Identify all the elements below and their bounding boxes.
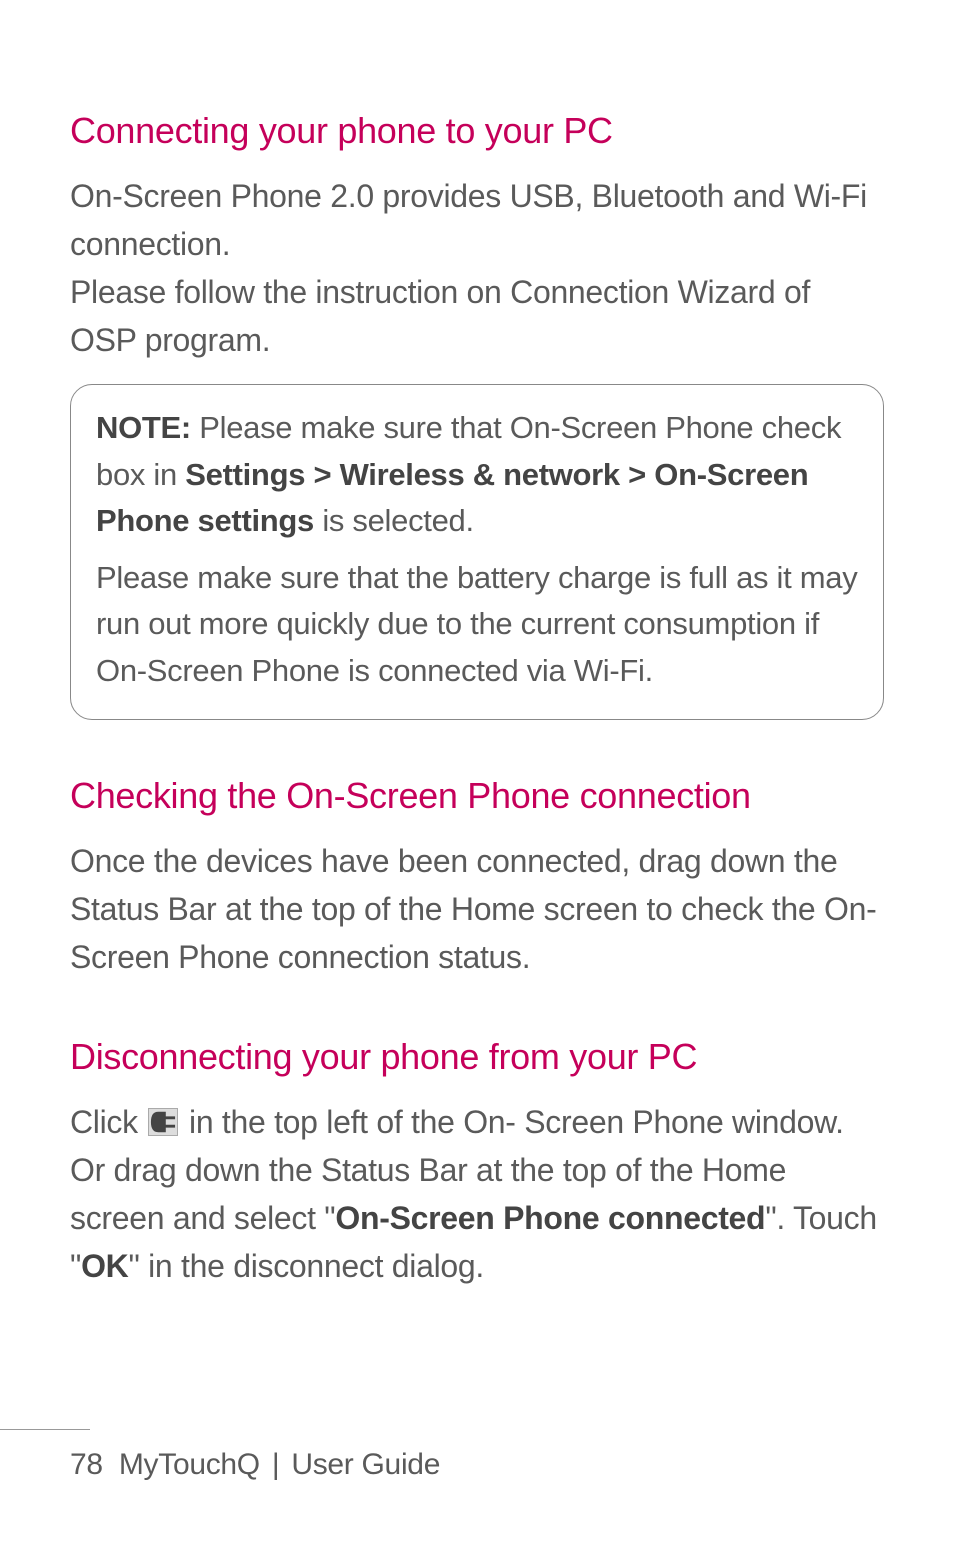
note-paragraph: Please make sure that the battery charge… — [96, 555, 858, 695]
body-text-span: " in the disconnect dialog. — [128, 1248, 484, 1284]
note-label: NOTE: — [96, 410, 191, 445]
body-text-span: Click — [70, 1104, 146, 1140]
footer-divider — [0, 1429, 90, 1430]
note-box: NOTE: Please make sure that On-Screen Ph… — [70, 384, 884, 720]
body-text: On-Screen Phone 2.0 provides USB, Blueto… — [70, 172, 884, 268]
body-text: Please follow the instruction on Connect… — [70, 268, 884, 364]
footer-separator: | — [272, 1448, 280, 1481]
footer-text: 78 MyTouchQ | User Guide — [0, 1448, 954, 1482]
page-number: 78 — [70, 1448, 103, 1481]
product-name: MyTouchQ — [119, 1448, 260, 1481]
page-footer: 78 MyTouchQ | User Guide — [0, 1429, 954, 1482]
note-paragraph: NOTE: Please make sure that On-Screen Ph… — [96, 405, 858, 545]
body-text: Click in the top left of the On- Screen … — [70, 1098, 884, 1290]
note-text: is selected. — [314, 503, 474, 538]
section-heading-disconnecting: Disconnecting your phone from your PC — [70, 1036, 884, 1078]
disconnect-plug-icon — [148, 1108, 178, 1136]
bold-text: OK — [81, 1248, 128, 1284]
section-heading-checking: Checking the On-Screen Phone connection — [70, 775, 884, 817]
doc-title: User Guide — [291, 1448, 440, 1481]
body-text: Once the devices have been connected, dr… — [70, 837, 884, 981]
bold-text: On-Screen Phone connected — [335, 1200, 765, 1236]
section-heading-connecting: Connecting your phone to your PC — [70, 110, 884, 152]
